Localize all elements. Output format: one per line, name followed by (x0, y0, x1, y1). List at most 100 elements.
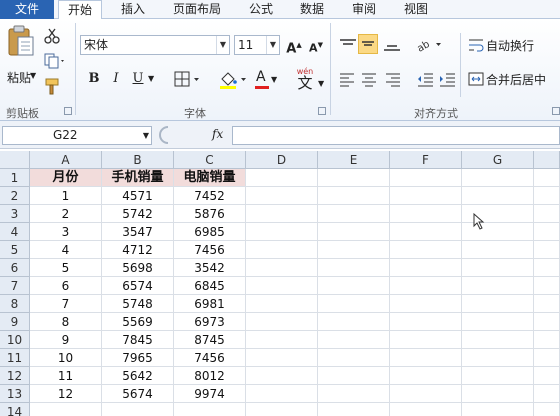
table-cell[interactable]: 5698 (102, 259, 174, 277)
cell[interactable] (462, 403, 534, 416)
table-cell[interactable]: 5742 (102, 205, 174, 223)
cell[interactable] (318, 313, 390, 331)
column-header[interactable]: C (174, 151, 246, 169)
table-cell[interactable]: 6845 (174, 277, 246, 295)
tab-formulas[interactable]: 公式 (241, 0, 281, 19)
tab-view[interactable]: 视图 (396, 0, 436, 19)
table-cell[interactable]: 6 (30, 277, 102, 295)
table-cell[interactable]: 9974 (174, 385, 246, 403)
cell[interactable] (462, 349, 534, 367)
chevron-down-icon[interactable]: ▼ (266, 36, 279, 54)
borders-icon[interactable] (174, 71, 202, 89)
phonetic-guide-button[interactable]: wén 文 (292, 67, 318, 93)
cell[interactable] (462, 241, 534, 259)
alignment-launcher-icon[interactable] (552, 107, 560, 115)
cell[interactable] (318, 169, 390, 187)
font-size-combo[interactable]: 11 ▼ (234, 35, 280, 55)
table-cell[interactable]: 6985 (174, 223, 246, 241)
align-bottom-icon[interactable] (382, 36, 402, 54)
increase-indent-icon[interactable] (438, 71, 456, 87)
table-cell[interactable]: 12 (30, 385, 102, 403)
font-name-combo[interactable]: 宋体 ▼ (80, 35, 230, 55)
cell[interactable] (462, 313, 534, 331)
underline-button[interactable]: U (128, 69, 148, 89)
row-header[interactable]: 8 (0, 295, 30, 313)
row-header[interactable]: 4 (0, 223, 30, 241)
cell[interactable] (318, 241, 390, 259)
align-left-icon[interactable] (338, 71, 356, 87)
align-center-icon[interactable] (360, 71, 378, 87)
cell[interactable] (318, 349, 390, 367)
table-cell[interactable]: 5569 (102, 313, 174, 331)
table-cell[interactable]: 8 (30, 313, 102, 331)
tab-page-layout[interactable]: 页面布局 (162, 0, 232, 19)
cell[interactable] (318, 403, 390, 416)
row-header[interactable]: 3 (0, 205, 30, 223)
cell[interactable] (318, 259, 390, 277)
cell[interactable] (462, 259, 534, 277)
cell[interactable] (318, 205, 390, 223)
column-header[interactable]: D (246, 151, 318, 169)
table-cell[interactable]: 7456 (174, 349, 246, 367)
row-header[interactable]: 13 (0, 385, 30, 403)
table-cell[interactable]: 3 (30, 223, 102, 241)
align-middle-button[interactable] (358, 34, 378, 54)
cell[interactable] (534, 187, 560, 205)
table-cell[interactable]: 5748 (102, 295, 174, 313)
grow-font-button[interactable]: A▲ (284, 35, 304, 56)
cell[interactable] (246, 223, 318, 241)
cell[interactable] (246, 277, 318, 295)
decrease-indent-icon[interactable] (416, 71, 434, 87)
row-header[interactable]: 2 (0, 187, 30, 205)
cell[interactable] (246, 403, 318, 416)
cell[interactable] (462, 331, 534, 349)
table-cell[interactable]: 5876 (174, 205, 246, 223)
name-box[interactable]: G22 ▼ (2, 126, 152, 145)
cell[interactable] (534, 241, 560, 259)
table-cell[interactable]: 3542 (174, 259, 246, 277)
row-header[interactable]: 9 (0, 313, 30, 331)
table-cell[interactable]: 7 (30, 295, 102, 313)
table-header-cell[interactable]: 手机销量 (102, 169, 174, 187)
table-cell[interactable]: 6574 (102, 277, 174, 295)
cell[interactable] (246, 241, 318, 259)
cell[interactable] (390, 385, 462, 403)
table-cell[interactable]: 5674 (102, 385, 174, 403)
cell[interactable] (246, 367, 318, 385)
cell[interactable] (534, 403, 560, 416)
font-color-button[interactable]: A ▼ (254, 69, 278, 90)
cell[interactable] (390, 403, 462, 416)
cell[interactable] (534, 223, 560, 241)
insert-function-icon[interactable]: fx (212, 127, 223, 141)
select-all-corner[interactable] (0, 151, 30, 169)
cell[interactable] (318, 367, 390, 385)
cell[interactable] (390, 205, 462, 223)
cell[interactable] (30, 403, 102, 416)
align-right-icon[interactable] (384, 71, 402, 87)
cell[interactable] (390, 367, 462, 385)
table-cell[interactable]: 4 (30, 241, 102, 259)
cell[interactable] (390, 295, 462, 313)
cell[interactable] (534, 277, 560, 295)
chevron-down-icon[interactable]: ▼ (148, 74, 154, 83)
table-cell[interactable]: 7965 (102, 349, 174, 367)
cell[interactable] (462, 169, 534, 187)
table-cell[interactable]: 4571 (102, 187, 174, 205)
row-header[interactable]: 7 (0, 277, 30, 295)
tab-review[interactable]: 审阅 (344, 0, 384, 19)
wrap-text-button[interactable]: 自动换行 (468, 36, 560, 54)
cell[interactable] (390, 169, 462, 187)
table-cell[interactable]: 3547 (102, 223, 174, 241)
tab-data[interactable]: 数据 (292, 0, 332, 19)
table-cell[interactable]: 11 (30, 367, 102, 385)
cell[interactable] (246, 385, 318, 403)
cell[interactable] (462, 295, 534, 313)
cell[interactable] (390, 349, 462, 367)
cell[interactable] (534, 313, 560, 331)
font-launcher-icon[interactable] (318, 107, 326, 115)
cell[interactable] (462, 277, 534, 295)
paste-button[interactable]: 粘贴 ▼ (4, 25, 38, 85)
cell[interactable] (246, 205, 318, 223)
cell[interactable] (246, 349, 318, 367)
cell[interactable] (462, 367, 534, 385)
